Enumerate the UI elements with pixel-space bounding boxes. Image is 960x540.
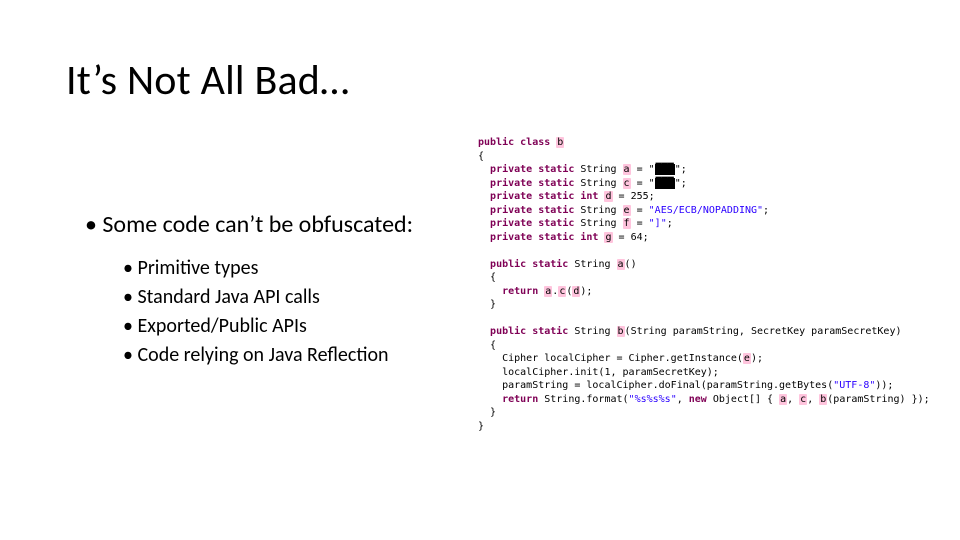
code-text: ; bbox=[667, 218, 673, 229]
code-text: , bbox=[787, 394, 799, 405]
code-text: [] { bbox=[749, 394, 779, 405]
body-column: Some code can’t be obfuscated: Primitive… bbox=[85, 210, 455, 370]
obfuscated-token: g bbox=[604, 232, 612, 243]
code-text: = " bbox=[637, 178, 655, 189]
code-string: "]" bbox=[649, 218, 667, 229]
obfuscated-token: c bbox=[623, 178, 631, 189]
obfuscated-token: f bbox=[623, 218, 631, 229]
code-kw: int bbox=[580, 191, 598, 202]
brace: { bbox=[490, 272, 496, 283]
code-kw: int bbox=[580, 232, 598, 243]
slide-title: It’s Not All Bad… bbox=[66, 55, 349, 106]
code-text: = bbox=[637, 205, 649, 216]
code-kw: public bbox=[490, 326, 526, 337]
code-text: Cipher localCipher = Cipher.getInstance( bbox=[502, 353, 743, 364]
code-string: "AES/ECB/NOPADDING" bbox=[649, 205, 763, 216]
code-kw: return bbox=[502, 394, 538, 405]
slide: It’s Not All Bad… Some code can’t be obf… bbox=[0, 0, 960, 540]
obfuscated-token: b bbox=[556, 137, 564, 148]
sub-bullet: Primitive types bbox=[123, 254, 455, 283]
code-kw: private bbox=[490, 218, 532, 229]
code-kw: public bbox=[490, 259, 526, 270]
obfuscated-token: a bbox=[623, 164, 631, 175]
sub-bullet: Exported/Public APIs bbox=[123, 312, 455, 341]
code-kw: new bbox=[689, 394, 707, 405]
code-text: = bbox=[637, 218, 649, 229]
code-type: String bbox=[574, 326, 610, 337]
code-kw: static bbox=[538, 232, 574, 243]
code-text: ); bbox=[751, 353, 763, 364]
code-string: "UTF-8" bbox=[833, 380, 875, 391]
code-kw: private bbox=[490, 232, 532, 243]
code-text: ; bbox=[763, 205, 769, 216]
code-kw: private bbox=[490, 164, 532, 175]
code-type: String bbox=[580, 178, 616, 189]
brace: } bbox=[490, 407, 496, 418]
code-kw: private bbox=[490, 191, 532, 202]
code-string: "%s%s%s" bbox=[629, 394, 677, 405]
code-text: ); bbox=[580, 286, 592, 297]
code-text: , bbox=[807, 394, 819, 405]
code-kw: private bbox=[490, 205, 532, 216]
code-kw: static bbox=[538, 218, 574, 229]
redacted-text: ███ bbox=[655, 164, 675, 175]
obfuscated-token: a bbox=[617, 259, 625, 270]
redacted-text: ███ bbox=[655, 178, 675, 189]
code-text: localCipher.init(1, paramSecretKey); bbox=[502, 367, 719, 378]
code-kw: static bbox=[538, 164, 574, 175]
code-text: "; bbox=[675, 178, 687, 189]
brace: } bbox=[490, 299, 496, 310]
code-kw: public bbox=[478, 137, 514, 148]
code-kw: private bbox=[490, 178, 532, 189]
code-text: "; bbox=[675, 164, 687, 175]
brace: { bbox=[478, 151, 484, 162]
code-text: }); bbox=[906, 394, 930, 405]
code-text: String.format( bbox=[544, 394, 628, 405]
code-type: String bbox=[574, 259, 610, 270]
code-kw: return bbox=[502, 286, 538, 297]
obfuscated-token: d bbox=[604, 191, 612, 202]
code-text: (paramString) bbox=[827, 394, 905, 405]
code-text: = " bbox=[637, 164, 655, 175]
brace: { bbox=[490, 340, 496, 351]
code-kw: static bbox=[538, 191, 574, 202]
code-text: = 64; bbox=[619, 232, 649, 243]
code-text: paramString = localCipher.doFinal(paramS… bbox=[502, 380, 833, 391]
obfuscated-token: a bbox=[779, 394, 787, 405]
lead-bullet: Some code can’t be obfuscated: bbox=[85, 210, 455, 240]
code-type: String bbox=[580, 205, 616, 216]
code-type: String bbox=[580, 164, 616, 175]
code-sample: public class b { private static String a… bbox=[478, 136, 948, 433]
code-text: = 255; bbox=[619, 191, 655, 202]
sub-bullet: Code relying on Java Reflection bbox=[123, 341, 455, 370]
code-kw: static bbox=[532, 259, 568, 270]
obfuscated-token: b bbox=[617, 326, 625, 337]
code-kw: static bbox=[532, 326, 568, 337]
code-text: () bbox=[625, 259, 637, 270]
code-text: )); bbox=[875, 380, 893, 391]
obfuscated-token: c bbox=[799, 394, 807, 405]
code-text: (String paramString, SecretKey paramSecr… bbox=[625, 326, 902, 337]
obfuscated-token: e bbox=[743, 353, 751, 364]
sub-bullet-list: Primitive types Standard Java API calls … bbox=[85, 254, 455, 370]
code-kw: class bbox=[520, 137, 550, 148]
sub-bullet: Standard Java API calls bbox=[123, 283, 455, 312]
brace: } bbox=[478, 421, 484, 432]
code-text: , bbox=[677, 394, 689, 405]
code-type: Object bbox=[713, 394, 749, 405]
code-kw: static bbox=[538, 178, 574, 189]
obfuscated-token: e bbox=[623, 205, 631, 216]
code-kw: static bbox=[538, 205, 574, 216]
code-type: String bbox=[580, 218, 616, 229]
